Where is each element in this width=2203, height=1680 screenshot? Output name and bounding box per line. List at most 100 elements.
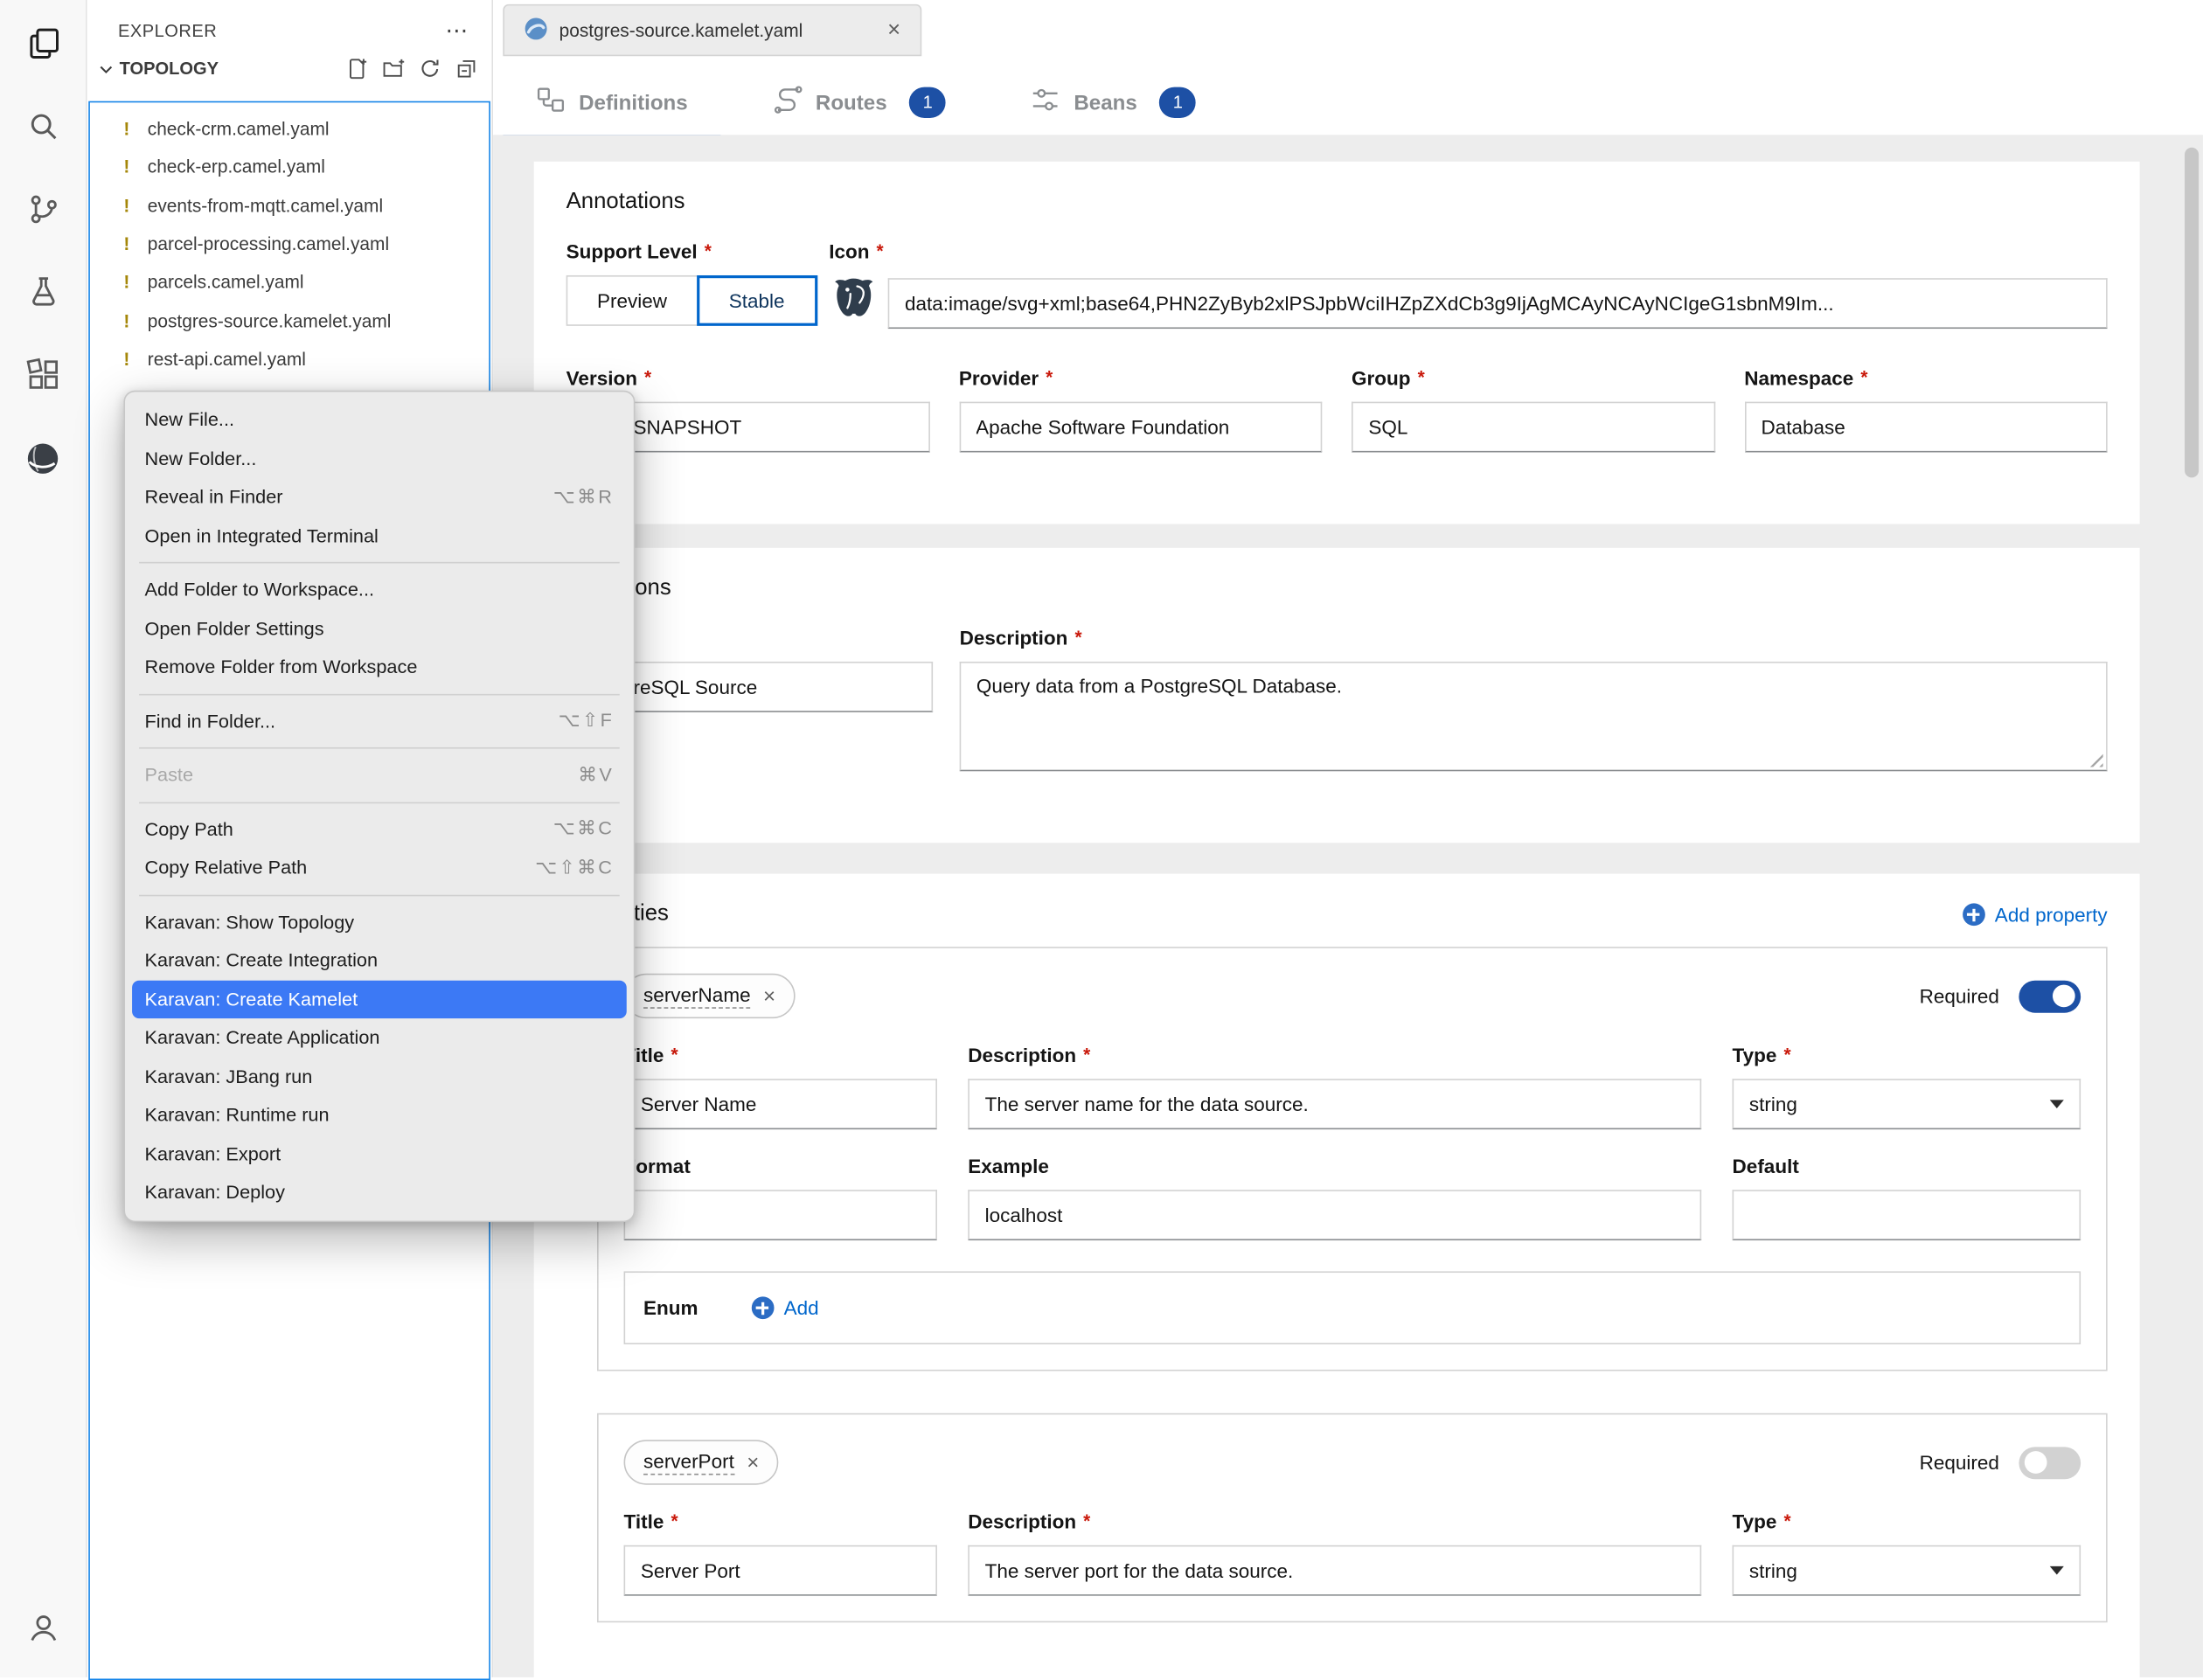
tab-routes[interactable]: Routes 1 xyxy=(740,66,978,140)
remove-icon[interactable]: × xyxy=(747,1450,759,1474)
file-name: check-erp.camel.yaml xyxy=(148,156,325,177)
tab-postgres-source-kamelet[interactable]: postgres-source.kamelet.yaml × xyxy=(503,4,921,56)
menu-item-copy-relative-path[interactable]: Copy Relative Path⌥⇧⌘C xyxy=(132,849,627,887)
search-icon[interactable] xyxy=(10,94,75,159)
tab-beans[interactable]: Beans 1 xyxy=(998,66,1229,140)
property-description-input[interactable] xyxy=(968,1545,1701,1596)
new-folder-icon[interactable] xyxy=(382,58,405,80)
explorer-icon[interactable] xyxy=(10,11,75,76)
description-label: Description xyxy=(968,1044,1701,1066)
menu-item-new-file[interactable]: New File... xyxy=(132,400,627,439)
chevron-down-icon xyxy=(2050,1566,2064,1575)
file-row-parcel-processing[interactable]: ! parcel-processing.camel.yaml xyxy=(90,225,489,263)
property-name: serverName xyxy=(643,983,751,1009)
menu-item-paste: Paste⌘V xyxy=(132,756,627,795)
menu-item-copy-path[interactable]: Copy Path⌥⌘C xyxy=(132,809,627,848)
file-row-check-erp[interactable]: ! check-erp.camel.yaml xyxy=(90,148,489,186)
shortcut: ⌥⇧F xyxy=(559,710,615,732)
menu-separator xyxy=(139,693,620,695)
file-row-parcels[interactable]: ! parcels.camel.yaml xyxy=(90,263,489,302)
warning-badge: ! xyxy=(123,272,147,293)
scrollbar-thumb[interactable] xyxy=(2185,148,2199,478)
account-icon[interactable] xyxy=(10,1596,75,1661)
menu-item-karavan-export[interactable]: Karavan: Export xyxy=(132,1135,627,1173)
property-title-input[interactable] xyxy=(624,1545,937,1596)
close-icon[interactable]: × xyxy=(885,17,903,43)
add-property-button[interactable]: Add property xyxy=(1963,903,2108,926)
topology-section-header[interactable]: TOPOLOGY xyxy=(87,51,492,87)
property-card-serverPort: serverPort × Required Title xyxy=(597,1413,2108,1622)
menu-item-karavan-show-topology[interactable]: Karavan: Show Topology xyxy=(132,903,627,941)
enum-add-button[interactable]: Add xyxy=(752,1296,819,1319)
menu-item-add-folder-to-workspace[interactable]: Add Folder to Workspace... xyxy=(132,570,627,608)
shortcut: ⌥⌘C xyxy=(553,818,615,841)
menu-item-remove-folder-from-workspace[interactable]: Remove Folder from Workspace xyxy=(132,648,627,686)
support-level-toggle-group: Preview Stable xyxy=(566,275,830,326)
support-level-label: Support Level xyxy=(566,240,830,263)
version-label: Version xyxy=(566,366,929,389)
menu-item-karavan-runtime-run[interactable]: Karavan: Runtime run xyxy=(132,1096,627,1135)
type-select[interactable]: string xyxy=(1733,1545,2081,1596)
menu-item-karavan-create-kamelet[interactable]: Karavan: Create Kamelet xyxy=(132,980,627,1018)
icon-input[interactable]: data:image/svg+xml;base64,PHN2ZyByb2xlPS… xyxy=(888,277,2108,328)
file-name: check-crm.camel.yaml xyxy=(148,118,330,139)
shortcut: ⌥⇧⌘C xyxy=(535,857,614,879)
stable-option-button[interactable]: Stable xyxy=(697,275,817,326)
property-example-input[interactable] xyxy=(968,1190,1701,1240)
type-select[interactable]: string xyxy=(1733,1079,2081,1129)
menu-item-reveal-in-finder[interactable]: Reveal in Finder⌥⌘R xyxy=(132,477,627,516)
source-control-icon[interactable] xyxy=(10,177,75,241)
property-name-chip[interactable]: serverName × xyxy=(624,974,796,1018)
group-label: Group xyxy=(1352,366,1714,389)
required-toggle[interactable] xyxy=(2019,980,2081,1012)
property-name: serverPort xyxy=(643,1450,734,1475)
file-row-postgres-source[interactable]: ! postgres-source.kamelet.yaml xyxy=(90,302,489,340)
tab-definitions[interactable]: Definitions xyxy=(503,66,719,140)
tab-label: Beans xyxy=(1074,91,1136,115)
more-actions-icon[interactable]: ⋯ xyxy=(445,17,469,45)
menu-item-karavan-create-application[interactable]: Karavan: Create Application xyxy=(132,1018,627,1057)
file-row-check-crm[interactable]: ! check-crm.camel.yaml xyxy=(90,109,489,148)
menu-item-karavan-deploy[interactable]: Karavan: Deploy xyxy=(132,1173,627,1211)
file-row-rest-api[interactable]: ! rest-api.camel.yaml xyxy=(90,340,489,378)
property-description-input[interactable] xyxy=(968,1079,1701,1129)
menu-item-open-in-terminal[interactable]: Open in Integrated Terminal xyxy=(132,517,627,555)
property-card-serverName: serverName × Required Title xyxy=(597,947,2108,1371)
definitions-section: Definitions Title Description Query data… xyxy=(534,548,2140,843)
test-beaker-icon[interactable] xyxy=(10,260,75,324)
group-input[interactable] xyxy=(1352,402,1714,453)
refresh-icon[interactable] xyxy=(419,58,441,80)
file-row-events-from-mqtt[interactable]: ! events-from-mqtt.camel.yaml xyxy=(90,186,489,225)
collapse-all-icon[interactable] xyxy=(455,58,478,80)
menu-item-karavan-jbang-run[interactable]: Karavan: JBang run xyxy=(132,1057,627,1095)
warning-badge: ! xyxy=(123,310,147,331)
provider-input[interactable] xyxy=(959,402,1322,453)
new-file-icon[interactable] xyxy=(345,58,368,80)
annotations-section: Annotations Support Level Preview Stable… xyxy=(534,162,2140,524)
property-format-input[interactable] xyxy=(624,1190,937,1240)
property-default-input[interactable] xyxy=(1733,1190,2081,1240)
shortcut: ⌘V xyxy=(578,764,614,787)
warning-badge: ! xyxy=(123,195,147,216)
property-name-chip[interactable]: serverPort × xyxy=(624,1440,779,1484)
menu-separator xyxy=(139,894,620,896)
namespace-input[interactable] xyxy=(1744,402,2107,453)
routes-icon xyxy=(772,86,803,120)
menu-item-open-folder-settings[interactable]: Open Folder Settings xyxy=(132,609,627,648)
remove-icon[interactable]: × xyxy=(763,984,775,1008)
required-toggle[interactable] xyxy=(2019,1447,2081,1479)
enum-row: Enum Add xyxy=(624,1271,2081,1344)
default-label: Default xyxy=(1733,1155,2081,1177)
preview-option-button[interactable]: Preview xyxy=(566,275,698,326)
tab-title: postgres-source.kamelet.yaml xyxy=(559,19,873,40)
karavan-icon[interactable] xyxy=(10,426,75,490)
extensions-icon[interactable] xyxy=(10,343,75,407)
kamelet-description-textarea[interactable]: Query data from a PostgreSQL Database. xyxy=(960,662,2108,771)
title-label: Title xyxy=(624,1044,937,1066)
properties-section: Properties Add property serverName × xyxy=(534,874,2140,1677)
menu-item-karavan-create-integration[interactable]: Karavan: Create Integration xyxy=(132,941,627,980)
menu-item-find-in-folder[interactable]: Find in Folder...⌥⇧F xyxy=(132,702,627,740)
property-title-input[interactable] xyxy=(624,1079,937,1129)
menu-item-new-folder[interactable]: New Folder... xyxy=(132,439,627,477)
beans-icon xyxy=(1031,86,1061,120)
